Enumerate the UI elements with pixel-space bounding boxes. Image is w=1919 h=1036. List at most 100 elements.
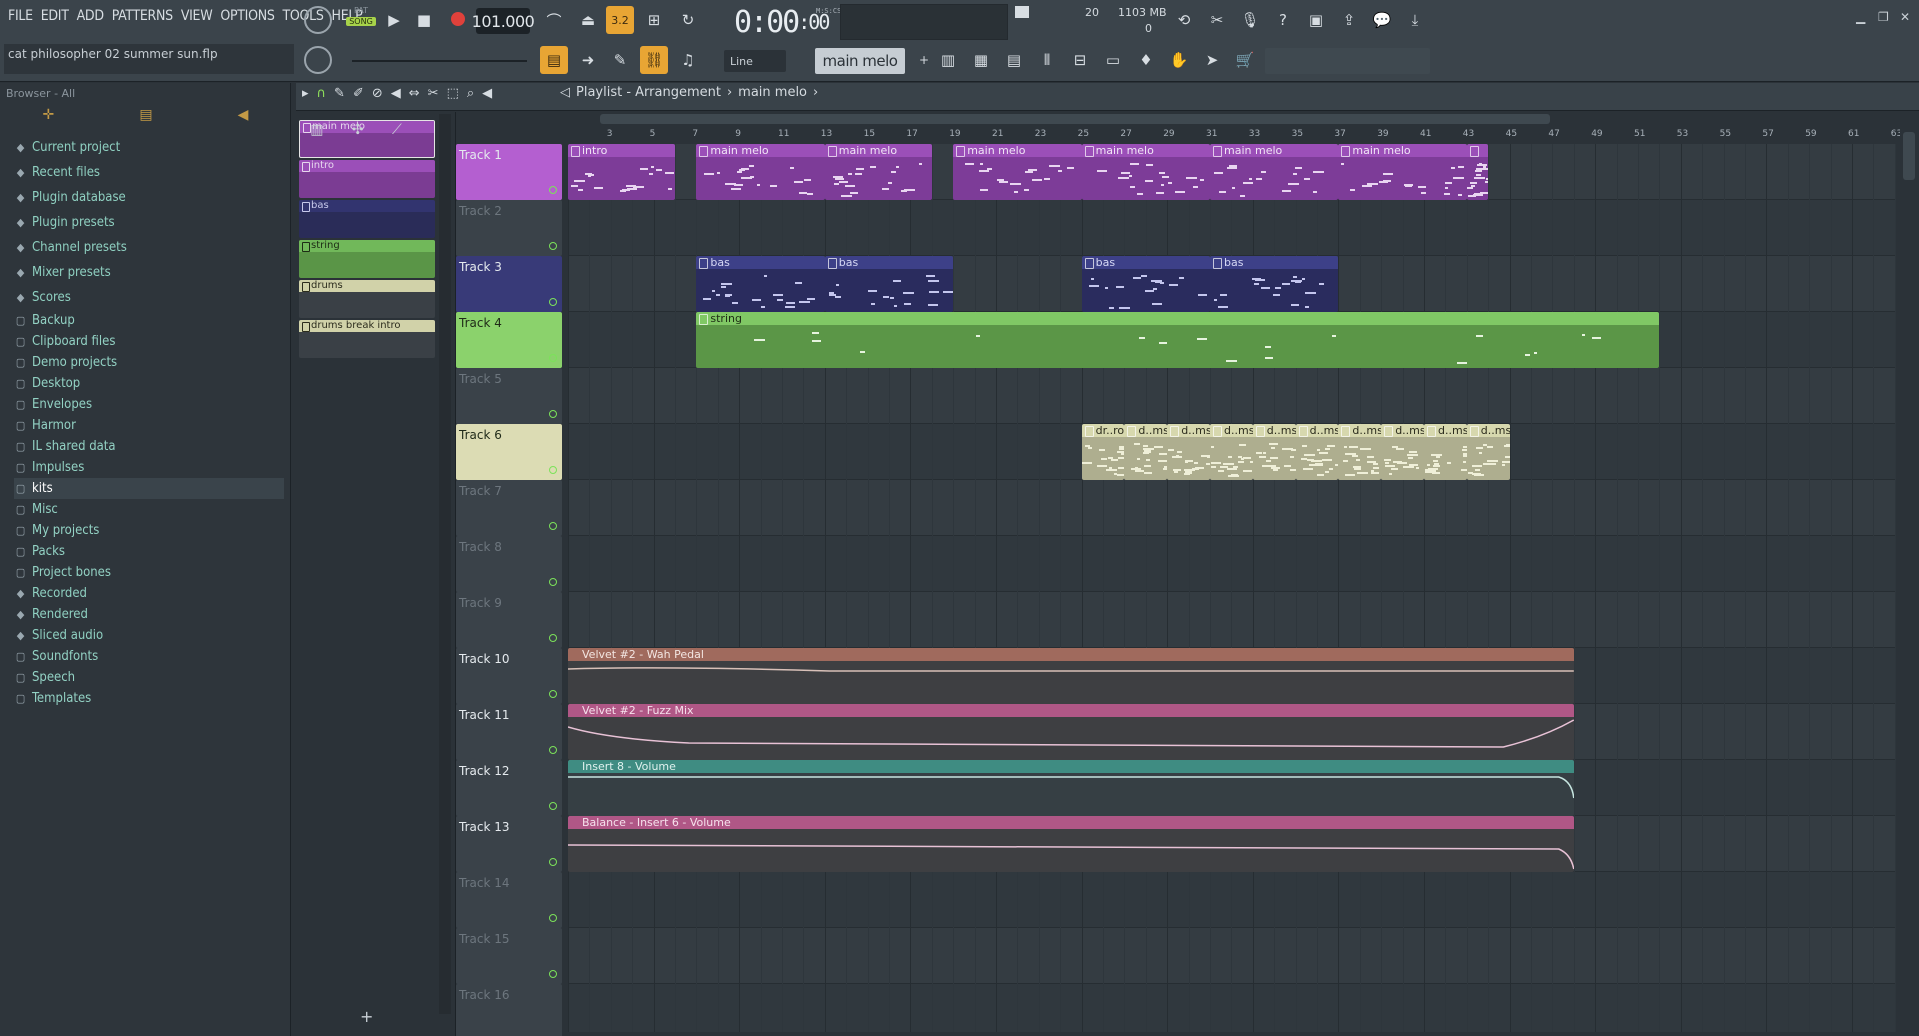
stop-button[interactable]: ■ [410,6,438,34]
help-icon[interactable]: ? [1269,6,1297,34]
automation-clip[interactable]: Velvet #2 - Wah Pedal [568,648,1574,704]
record-button[interactable] [446,7,470,31]
delete-icon[interactable]: ⊘ [372,86,383,101]
browser-item[interactable]: ▢ Soundfonts [14,646,284,667]
track-enable-icon[interactable] [549,522,557,530]
browser-item[interactable]: ▢ Demo projects [14,352,284,373]
browser-item[interactable]: ◆ Recent files [14,160,284,185]
master-volume-knob[interactable] [304,6,332,34]
menu-edit[interactable]: EDIT [37,8,73,24]
track-header[interactable]: Track 11 [456,704,562,760]
browser-item[interactable]: ▢ Speech [14,667,284,688]
pattern-clip[interactable]: bas [696,256,825,312]
browser-speaker-icon[interactable]: ◀ [238,107,249,131]
tool-icon[interactable]: ➤ [1198,46,1226,74]
browser-item[interactable]: ▢ Clipboard files [14,331,284,352]
metronome-icon[interactable]: ⌒ [540,6,568,34]
track-header[interactable]: Track 3 [456,256,562,312]
track-header[interactable]: Track 10 [456,648,562,704]
cart-icon[interactable]: 🛒 [1231,46,1259,74]
track-header[interactable]: Track 8 [456,536,562,592]
pattern-clip[interactable]: bas [1081,256,1210,312]
track-enable-icon[interactable] [549,466,557,474]
timeline-ruler[interactable]: 3 5 7 9 11 13 15 17 19 21 23 25 27 29 31 33 35 37 39 41 43 45… [568,127,1902,144]
zoom-icon[interactable]: ⌕ [467,86,474,101]
play-button[interactable]: ▶ [380,6,408,34]
browser-item[interactable]: ▢ Project bones [14,562,284,583]
arrangement-grid[interactable]: intro main melo main melo main melo main mel… [568,144,1896,1032]
paint-icon[interactable]: ✐ [353,86,364,101]
automation-icon[interactable]: ⟋ [392,122,402,142]
track-enable-icon[interactable] [549,354,557,362]
pattern-clip[interactable]: main melo [1210,144,1339,200]
pattern-clip[interactable]: main melo [953,144,1082,200]
minimize-icon[interactable]: ▁ [1856,10,1865,24]
track-header[interactable]: Track 15 [456,928,562,984]
add-clip-icon[interactable]: + [360,1007,373,1026]
master-pitch-knob[interactable] [304,46,332,74]
snap-selector[interactable]: Line [724,50,786,72]
playlist-icon[interactable]: ▤ [540,46,568,74]
brush-icon[interactable]: ✎ [606,46,634,74]
track-enable-icon[interactable] [549,858,557,866]
export-icon[interactable]: ⇪ [1335,6,1363,34]
cut-icon[interactable]: ✂ [1203,6,1231,34]
download-icon[interactable]: ⤓ [1401,6,1429,34]
track-header[interactable]: Track 16 [456,984,562,1036]
browser-item[interactable]: ◆ Rendered [14,604,284,625]
close-icon[interactable]: ✕ [1900,10,1910,24]
track-enable-icon[interactable] [549,578,557,586]
vertical-scrollbar[interactable] [1900,127,1919,1032]
mixer-icon[interactable]: ⫴ [1033,46,1061,74]
magnet-icon[interactable]: ∩ [317,86,327,101]
audio-clip-icon[interactable]: ✣ [352,122,364,142]
track-header[interactable]: Track 1 [456,144,562,200]
browser-item[interactable]: ◆ Plugin presets [14,210,284,235]
pattern-clip[interactable]: main melo [1338,144,1467,200]
save-icon[interactable]: ▣ [1302,6,1330,34]
browser-item[interactable]: ▢ Desktop [14,373,284,394]
browser-item[interactable]: ▢ Backup [14,310,284,331]
browser-item[interactable]: ◆ Plugin database [14,185,284,210]
select-icon[interactable]: ⬚ [447,86,459,101]
stamp-icon[interactable]: ♫ [674,46,702,74]
pattern-clip[interactable]: main melo [1081,144,1210,200]
track-enable-icon[interactable] [549,634,557,642]
browser-item[interactable]: ◆ Mixer presets [14,260,284,285]
browser-item[interactable]: ▢ Impulses [14,457,284,478]
pattern-clip[interactable]: d..ms [1252,424,1296,480]
pattern-clip[interactable]: d..ms [1424,424,1467,480]
track-header[interactable]: Track 7 [456,480,562,536]
picker-pattern[interactable]: drums [299,280,435,318]
playback-icon[interactable]: ◀ [482,86,492,101]
plugin-picker-icon[interactable]: ♦ [1132,46,1160,74]
browser-file-icon[interactable]: ▤ [139,107,152,131]
track-enable-icon[interactable] [549,298,557,306]
track-enable-icon[interactable] [549,242,557,250]
pattern-clip[interactable]: main melo [696,144,825,200]
piano-roll-icon[interactable]: ▦ [967,46,995,74]
track-header[interactable]: Track 9 [456,592,562,648]
browser-header[interactable]: Browser - All [6,87,75,100]
browser-item[interactable]: ◆ Scores [14,285,284,310]
browser-icon[interactable]: ▭ [1099,46,1127,74]
triangle-icon[interactable]: ▸ [302,86,309,101]
vertical-scroll-thumb[interactable] [1903,132,1915,180]
chat-icon[interactable]: 💬 [1368,6,1396,34]
automation-clip[interactable]: Balance - Insert 6 - Volume [568,816,1574,872]
browser-item[interactable]: ▢ Templates [14,688,284,709]
track-enable-icon[interactable] [549,914,557,922]
menu-file[interactable]: FILE [4,8,37,24]
pattern-clip[interactable] [1466,144,1489,200]
pencil-icon[interactable]: ✎ [334,86,345,101]
track-header[interactable]: Track 14 [456,872,562,928]
browser-item[interactable]: ◆ Sliced audio [14,625,284,646]
browser-item[interactable]: ▢ Envelopes [14,394,284,415]
horizontal-scroll-thumb[interactable] [600,114,1550,124]
track-header[interactable]: Track 4 [456,312,562,368]
playlist-window-icon[interactable]: ▥ [934,46,962,74]
track-header[interactable]: Track 6 [456,424,562,480]
picker-scrollbar[interactable] [439,114,451,1014]
news-panel[interactable] [1265,48,1430,74]
wait-input-icon[interactable]: ⏏ [574,6,602,34]
